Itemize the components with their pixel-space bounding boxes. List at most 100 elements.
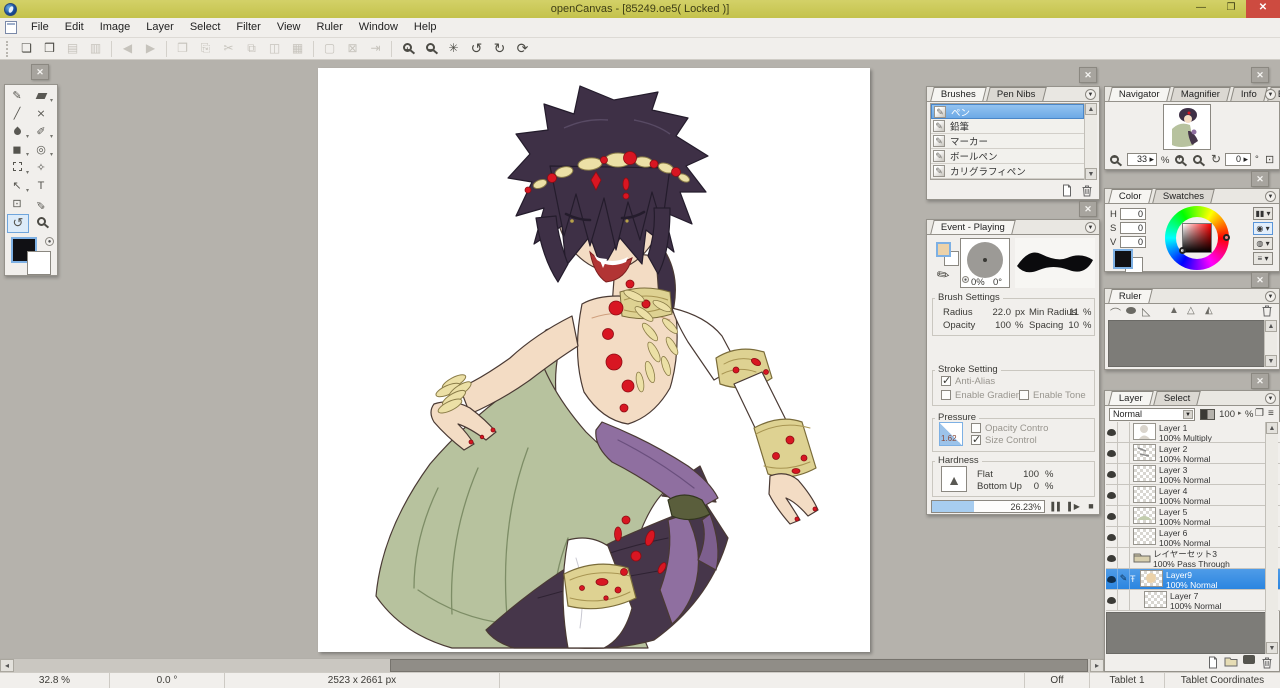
panel-menu-icon[interactable]: ▼ [1265,393,1276,404]
panel-menu-icon[interactable]: ▼ [1265,291,1276,302]
scroll-down-icon[interactable]: ▼ [1265,355,1277,367]
layer-edit-column[interactable] [1118,443,1130,463]
new-file-button[interactable]: ❏ [15,40,38,58]
flat-value[interactable]: 100 [1019,469,1039,480]
layer-edit-column[interactable] [1118,527,1130,547]
tab-magnifier[interactable]: Magnifier [1170,87,1231,101]
menu-item-file[interactable]: File [23,18,57,37]
back-button[interactable]: ◀ [116,40,139,58]
layer-visibility-toggle[interactable] [1106,422,1118,442]
pen-mode-icon[interactable]: ✎ [933,264,954,286]
canvas-h-scrollbar[interactable]: ◂ ▸ [0,658,1104,672]
ruler-list[interactable] [1108,320,1265,367]
color-close-button[interactable]: ✕ [1251,171,1269,187]
color-mode-wheel-icon[interactable]: ◉ ▾ [1253,222,1273,235]
layer-set-row[interactable]: レイヤーセット3100% Pass Through [1106,548,1280,569]
hue-input[interactable]: 0 [1120,208,1146,220]
hardness-shape-icon[interactable]: ▲ [941,466,967,492]
panel-menu-icon[interactable]: ▼ [1265,89,1276,100]
tip-rotate-icon[interactable]: ● [962,276,969,283]
crop-tool[interactable]: ⊡ [6,196,28,213]
menu-item-view[interactable]: View [269,18,309,37]
navigator-thumbnail[interactable] [1163,104,1211,150]
color-foreground-swatch[interactable] [1113,249,1133,269]
tab-select[interactable]: Select [1153,391,1201,405]
pen-tool[interactable]: ✎ [6,88,28,105]
enable-tone-checkbox[interactable] [1019,390,1029,400]
triangle-half-icon[interactable]: ◭ [1205,305,1213,316]
minimize-button[interactable]: — [1186,0,1216,18]
layer-visibility-toggle[interactable] [1106,464,1118,484]
tab-brushes[interactable]: Brushes [930,87,986,101]
eyedropper-tool[interactable]: ✎ [30,196,52,213]
delete-layer-icon[interactable] [1259,656,1275,670]
nav-rotate-icon[interactable]: ↻ [1211,152,1221,166]
rotate-canvas-tool[interactable]: ↺ [7,215,29,232]
new-layer-set-icon[interactable] [1223,656,1239,670]
hue-marker[interactable] [1223,234,1230,241]
min-radius-value[interactable]: 11 [1065,307,1079,318]
scroll-up-icon[interactable]: ▲ [1085,103,1097,115]
anti-alias-checkbox[interactable] [941,376,951,386]
menu-item-ruler[interactable]: Ruler [309,18,351,37]
layer-edit-column[interactable] [1118,485,1130,505]
spacing-value[interactable]: 10 [1065,320,1079,331]
value-input[interactable]: 0 [1120,236,1146,248]
layer-visibility-toggle[interactable] [1106,485,1118,505]
panel-menu-icon[interactable]: ▼ [1085,89,1096,100]
playback-progress-bar[interactable]: 26.23% [931,500,1045,513]
layer-row[interactable]: Layer 2100% Normal [1106,443,1280,464]
layer-edit-column[interactable]: ✎ [1118,569,1130,589]
layer-edit-column[interactable] [1118,422,1130,442]
redo-all-button[interactable]: ⟳ [511,40,534,58]
duplicate-button[interactable]: ⧉ [240,40,263,58]
zoom-in-button[interactable]: + [396,40,419,58]
actual-size-button[interactable]: ✳ [442,40,465,58]
lock-alpha-icon[interactable]: ❐ [1255,408,1264,419]
menu-item-image[interactable]: Image [92,18,139,37]
triangle-outline-icon[interactable]: △ [1187,305,1195,316]
menu-item-help[interactable]: Help [406,18,445,37]
cut-button[interactable]: ✂ [217,40,240,58]
ruler-visibility-icon[interactable] [1126,307,1136,314]
layer-visibility-toggle[interactable] [1106,590,1118,610]
scroll-up-icon[interactable]: ▲ [1266,422,1278,434]
deselect-button[interactable]: ⊠ [341,40,364,58]
nav-zoom-out-icon[interactable]: − [1110,155,1119,167]
layer-row[interactable]: Layer 5100% Normal [1106,506,1280,527]
panel-menu-icon[interactable]: ▼ [1265,191,1276,202]
blur-tool[interactable]: ▾ [6,124,28,141]
pause-icon[interactable]: ▌▌ [1049,500,1065,514]
tab-layer[interactable]: Layer [1108,391,1153,405]
set-square-icon[interactable]: ◺ [1142,305,1150,318]
toolbox-close-button[interactable]: ✕ [31,64,49,80]
swap-colors-icon[interactable]: ● [45,237,54,246]
sv-square[interactable] [1182,223,1212,253]
layer-visibility-toggle[interactable] [1106,527,1118,547]
eraser-tool[interactable]: ▾ [30,88,52,105]
zoom-tool[interactable] [30,215,52,232]
new-layer-icon[interactable] [1205,656,1221,670]
scrollbar-thumb[interactable] [390,659,1088,672]
curve-ruler-icon[interactable]: ⌒ [1110,305,1121,321]
brush-item-pencil[interactable]: ✎鉛筆 [931,119,1084,134]
tab-ruler[interactable]: Ruler [1108,289,1152,303]
brush-list-scrollbar[interactable]: ▲ ▼ [1084,103,1097,180]
layer-edit-column[interactable] [1118,464,1130,484]
layer-close-button[interactable]: ✕ [1251,373,1269,389]
layer-row-selected[interactable]: ✎ Ŧ Layer9100% Normal [1106,569,1280,590]
save-as-button[interactable]: ▥ [84,40,107,58]
delete-ruler-icon[interactable] [1261,304,1273,320]
menu-item-filter[interactable]: Filter [228,18,268,37]
layer-opacity-value[interactable]: 100 [1217,409,1235,420]
sv-marker[interactable] [1179,247,1186,254]
opacity-spinner-icon[interactable]: ▸ [1238,409,1242,417]
smudge-tool[interactable]: ◎▾ [30,142,52,159]
layer-row[interactable]: Layer 3100% Normal [1106,464,1280,485]
nav-fit-icon[interactable]: ⊡ [1265,153,1274,166]
zoom-out-button[interactable]: − [419,40,442,58]
menu-item-edit[interactable]: Edit [57,18,92,37]
brushes-close-button[interactable]: ✕ [1079,67,1097,83]
scroll-down-icon[interactable]: ▼ [1085,168,1097,180]
text-tool[interactable]: T [30,178,52,195]
